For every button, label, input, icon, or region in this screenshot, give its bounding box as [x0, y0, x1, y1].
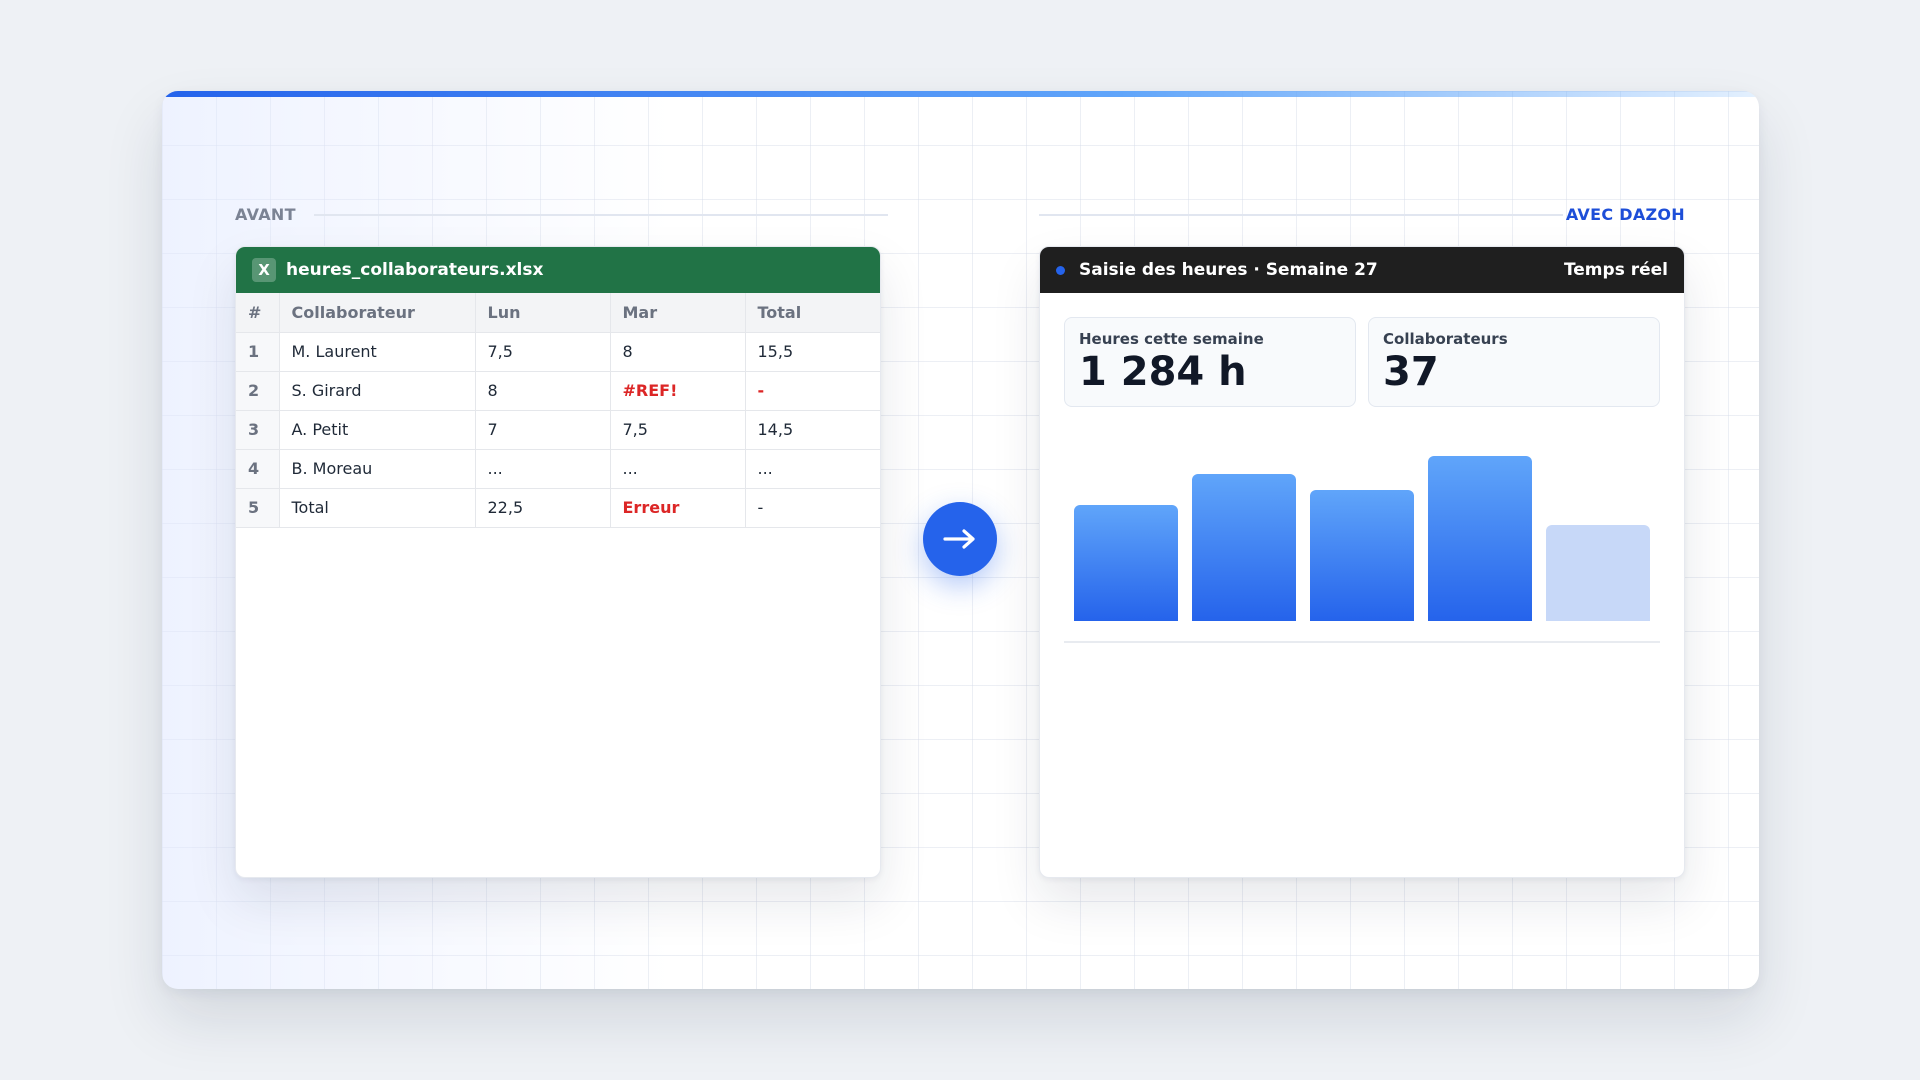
chart-bar: [1546, 525, 1650, 621]
table-row: 4 B. Moreau ... ... ...: [236, 449, 880, 489]
table-header-row: # Collaborateur Lun Mar Total: [236, 293, 880, 333]
cell-total[interactable]: ...: [745, 449, 880, 489]
table-row: 5 Total 22,5 Erreur -: [236, 488, 880, 528]
cell-collaborateur[interactable]: M. Laurent: [279, 332, 476, 372]
chart-bar: [1428, 456, 1532, 621]
spreadsheet-card: X heures_collaborateurs.xlsx # Collabora…: [235, 246, 881, 878]
cell-lun[interactable]: 8: [475, 371, 611, 411]
stats-row: Heures cette semaine 1 284 h Collaborate…: [1040, 293, 1684, 407]
arrow-right-icon: [943, 529, 975, 549]
cell-lun[interactable]: ...: [475, 449, 611, 489]
stat-label: Collaborateurs: [1383, 330, 1508, 348]
live-dot-icon: [1056, 265, 1065, 275]
spreadsheet-table: # Collaborateur Lun Mar Total 1 M. Laure…: [236, 293, 880, 528]
dashboard-card: Saisie des heures · Semaine 27 Temps rée…: [1039, 246, 1685, 878]
stat-card-collaborators: Collaborateurs 37: [1368, 317, 1660, 407]
cell-collaborateur[interactable]: S. Girard: [279, 371, 476, 411]
dashboard-header: Saisie des heures · Semaine 27 Temps rée…: [1040, 247, 1684, 293]
cell-mar[interactable]: 8: [610, 332, 746, 372]
row-index: 4: [236, 449, 280, 489]
stat-value: 1 284 h: [1079, 349, 1247, 395]
table-row: 2 S. Girard 8 #REF! -: [236, 371, 880, 411]
before-label: AVANT: [235, 205, 296, 224]
stat-card-hours: Heures cette semaine 1 284 h: [1064, 317, 1356, 407]
cell-lun[interactable]: 22,5: [475, 488, 611, 528]
cell-collaborateur[interactable]: B. Moreau: [279, 449, 476, 489]
chart-bar: [1074, 505, 1178, 621]
spreadsheet-filename: heures_collaborateurs.xlsx: [286, 260, 544, 280]
hours-bar-chart: [1064, 407, 1660, 643]
cell-lun[interactable]: 7,5: [475, 332, 611, 372]
realtime-status: Temps réel: [1563, 260, 1668, 280]
row-index: 3: [236, 410, 280, 450]
accent-bar: [162, 91, 1759, 97]
dashboard-title: Saisie des heures · Semaine 27: [1079, 260, 1378, 280]
dashboard-title-group: Saisie des heures · Semaine 27: [1056, 260, 1378, 280]
row-index: 2: [236, 371, 280, 411]
after-divider: [1039, 214, 1563, 216]
after-label: AVEC DAZOH: [1565, 205, 1685, 224]
row-index: 5: [236, 488, 280, 528]
comparison-frame: AVANT AVEC DAZOH X heures_collaborateurs…: [162, 91, 1759, 989]
column-header: Collaborateur: [279, 293, 476, 333]
column-header: #: [236, 293, 280, 333]
chart-bar: [1192, 474, 1296, 621]
excel-icon: X: [252, 258, 276, 282]
cell-mar[interactable]: ...: [610, 449, 746, 489]
before-divider: [314, 214, 888, 216]
cell-mar[interactable]: 7,5: [610, 410, 746, 450]
chart-bar: [1310, 490, 1414, 621]
cell-total[interactable]: 15,5: [745, 332, 880, 372]
spreadsheet-header: X heures_collaborateurs.xlsx: [236, 247, 880, 293]
table-row: 3 A. Petit 7 7,5 14,5: [236, 410, 880, 450]
cell-collaborateur[interactable]: Total: [279, 488, 476, 528]
cell-collaborateur[interactable]: A. Petit: [279, 410, 476, 450]
cell-total[interactable]: 14,5: [745, 410, 880, 450]
column-header: Lun: [475, 293, 611, 333]
cell-total[interactable]: -: [745, 488, 880, 528]
cell-error[interactable]: -: [745, 371, 880, 411]
stat-value: 37: [1383, 349, 1439, 395]
stat-label: Heures cette semaine: [1079, 330, 1264, 348]
chart-bars: [1074, 427, 1650, 621]
column-header: Total: [745, 293, 880, 333]
table-row: 1 M. Laurent 7,5 8 15,5: [236, 332, 880, 372]
cell-lun[interactable]: 7: [475, 410, 611, 450]
column-header: Mar: [610, 293, 746, 333]
cell-error[interactable]: #REF!: [610, 371, 746, 411]
cell-error[interactable]: Erreur: [610, 488, 746, 528]
row-index: 1: [236, 332, 280, 372]
arrow-button[interactable]: [923, 502, 997, 576]
